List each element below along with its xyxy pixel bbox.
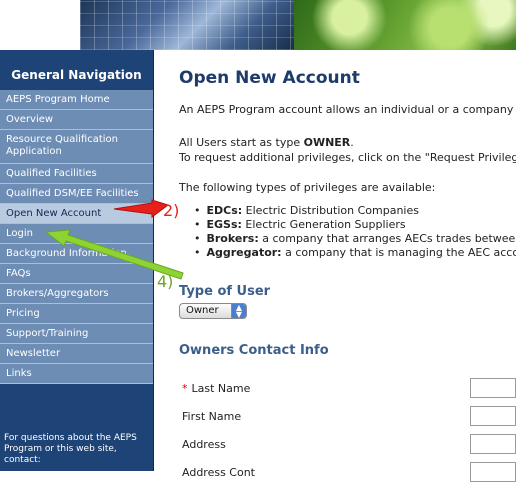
user-type-select[interactable]: Owner ▲ ▼ [179,303,247,319]
privilege-desc: Electric Distribution Companies [242,204,419,217]
annotation-label-2: 2) [163,201,180,220]
required-marker: * [182,382,188,395]
nav-item-open-new-account[interactable]: Open New Account [0,204,153,224]
privilege-item: EDCs: Electric Distribution Companies [194,204,516,218]
type-of-user-heading: Type of User [179,284,271,299]
privilege-desc: Electric Generation Suppliers [241,218,406,231]
annotation-label-4: 4) [157,272,174,291]
nav-title: General Navigation [11,68,142,82]
nav-item-qualified-facilities[interactable]: Qualified Facilities [0,164,153,184]
request-privileges-text: To request additional privileges, click … [179,151,516,164]
nav-item-aeps-program-home[interactable]: AEPS Program Home [0,90,153,110]
privilege-item: EGSs: Electric Generation Suppliers [194,218,516,232]
owner-text: All Users start as type OWNER. [179,136,354,149]
owner-prefix: All Users start as type [179,136,304,149]
privilege-desc: a company that arranges AECs trades betw… [258,232,516,245]
first-name-label: First Name [182,410,242,423]
sidebar-contact-text: For questions about the AEPS Program or … [4,433,137,465]
nav-item-faqs[interactable]: FAQs [0,264,153,284]
owner-suffix: . [350,136,354,149]
first-name-input[interactable] [470,406,516,426]
nav-item-links[interactable]: Links [0,364,153,384]
privileges-list: EDCs: Electric Distribution Companies EG… [194,204,516,260]
privilege-term: Brokers: [206,232,259,245]
nav-item-pricing[interactable]: Pricing [0,304,153,324]
privileges-intro: The following types of privileges are av… [179,181,436,194]
privilege-term: EDCs: [206,204,243,217]
contact-info-heading: Owners Contact Info [179,343,329,358]
privilege-term: EGSs: [206,218,242,231]
address-label: Address [182,438,226,451]
address-input[interactable] [470,434,516,454]
privilege-item: Aggregator: a company that is managing t… [194,246,516,260]
address-cont-input[interactable] [470,462,516,482]
sidebar: General Navigation AEPS Program Home Ove… [0,50,154,471]
solar-panel-image [80,0,294,50]
select-arrows-icon: ▲ ▼ [231,304,246,319]
last-name-label: * Last Name [182,382,250,395]
main-content: Open New Account An AEPS Program account… [154,50,516,482]
nav-item-login[interactable]: Login [0,224,153,244]
owner-type: OWNER [303,136,351,149]
nav-item-brokers-aggregators[interactable]: Brokers/Aggregators [0,284,153,304]
nav-item-newsletter[interactable]: Newsletter [0,344,153,364]
nav-item-resource-qualification-application[interactable]: Resource Qualification Application [0,130,153,164]
header-banner [0,0,516,50]
user-type-value: Owner [186,305,219,316]
last-name-label-text: Last Name [191,382,251,395]
green-leaves-image [294,0,516,50]
nav-item-overview[interactable]: Overview [0,110,153,130]
privilege-term: Aggregator: [206,246,282,259]
nav-item-qualified-dsm-ee-facilities[interactable]: Qualified DSM/EE Facilities [0,184,153,204]
privilege-item: Brokers: a company that arranges AECs tr… [194,232,516,246]
address-cont-label: Address Cont [182,466,255,479]
nav-item-background-information[interactable]: Background Information [0,244,153,264]
page-title: Open New Account [179,68,360,88]
privilege-desc: a company that is managing the AEC acco [281,246,516,259]
last-name-input[interactable] [470,378,516,398]
nav-item-support-training[interactable]: Support/Training [0,324,153,344]
intro-text: An AEPS Program account allows an indivi… [179,103,514,116]
nav-list: AEPS Program Home Overview Resource Qual… [0,90,153,384]
